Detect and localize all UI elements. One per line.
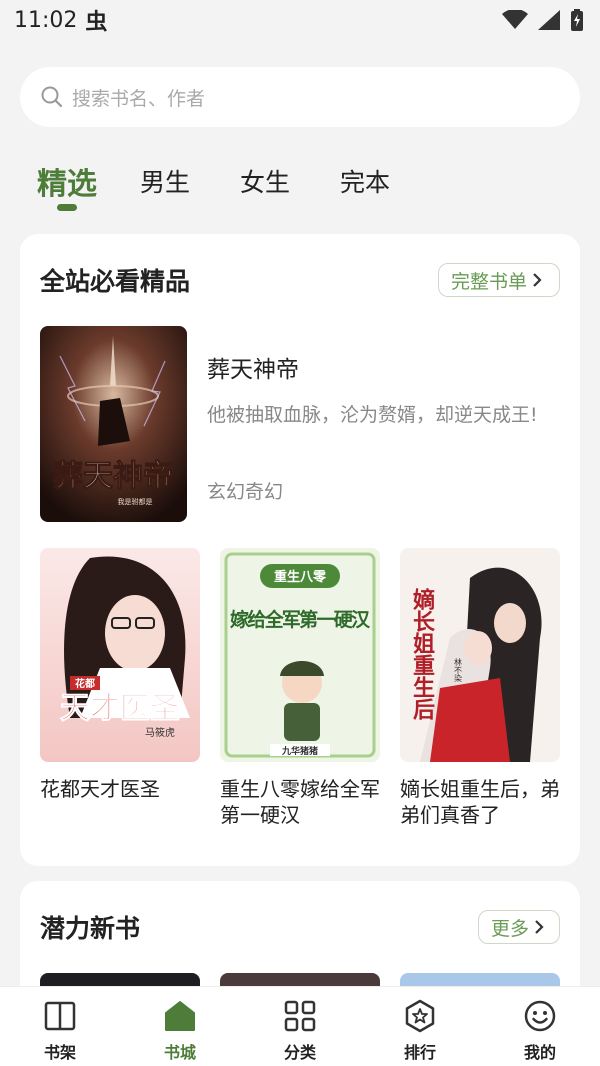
category-tabs: 精选 男生 女生 完本 xyxy=(0,155,600,215)
bottom-navigation: 书架 书城 分类 排行 我的 xyxy=(0,986,600,1066)
tab-featured[interactable]: 精选 xyxy=(37,159,97,203)
featured-book-genre: 玄幻奇幻 xyxy=(207,481,284,503)
nav-label: 分类 xyxy=(283,1043,316,1062)
bookstore-icon xyxy=(165,1001,195,1031)
nav-mine[interactable]: 我的 xyxy=(480,987,600,1063)
book-item[interactable]: 花都 天才医圣 马筱虎 花都天才医圣 xyxy=(40,548,200,802)
featured-book-description: 他被抽取血脉，沦为赘婿，却逆天成王! xyxy=(207,404,538,426)
nav-label: 书架 xyxy=(43,1043,76,1062)
more-button[interactable]: 更多 xyxy=(478,910,560,944)
book-icon xyxy=(44,1001,76,1031)
nav-label: 书城 xyxy=(163,1043,196,1062)
nav-category[interactable]: 分类 xyxy=(240,987,360,1063)
nav-bookshelf[interactable]: 书架 xyxy=(0,987,120,1063)
wifi-icon xyxy=(502,10,528,29)
search-icon xyxy=(41,86,63,108)
search-bar[interactable]: 搜索书名、作者 xyxy=(20,67,580,127)
chevron-right-icon xyxy=(533,273,542,287)
full-booklist-label: 完整书单 xyxy=(451,270,528,293)
smiley-face-icon xyxy=(524,1000,556,1032)
section-new-potential: 潜力新书 更多 xyxy=(20,881,580,1001)
section-title: 潜力新书 xyxy=(40,914,141,943)
featured-book-cover[interactable]: 葬天神帝 我是驸都是 xyxy=(40,326,187,522)
search-placeholder: 搜索书名、作者 xyxy=(72,87,206,110)
cover-author: 马筱虎 xyxy=(145,726,175,739)
featured-cover-author: 我是驸都是 xyxy=(118,497,153,506)
book-item[interactable]: 重生八零 嫁给全军第一硬汉 九华猪猪 重生八零嫁给全军第一硬汉 xyxy=(220,548,380,828)
ranking-star-icon xyxy=(405,999,435,1033)
more-label: 更多 xyxy=(491,917,530,940)
cover-author: 林不染 xyxy=(454,657,463,683)
signal-icon xyxy=(538,10,560,30)
cover-title: 嫡长姐重生后 xyxy=(409,587,435,721)
book-title: 嫡长姐重生后，弟弟们真香了 xyxy=(400,777,560,827)
book-cover: 重生八零 嫁给全军第一硬汉 九华猪猪 xyxy=(220,548,380,762)
cover-author: 九华猪猪 xyxy=(281,745,318,757)
book-title: 重生八零嫁给全军第一硬汉 xyxy=(220,777,380,827)
nav-bookstore[interactable]: 书城 xyxy=(120,987,240,1063)
book-title: 花都天才医圣 xyxy=(40,777,160,801)
cover-title-top: 重生八零 xyxy=(274,569,327,585)
chevron-right-icon xyxy=(535,920,544,934)
section-title: 全站必看精品 xyxy=(40,267,191,296)
book-item[interactable]: 嫡长姐重生后 林不染 嫡长姐重生后，弟弟们真香了 xyxy=(400,548,560,828)
tab-female[interactable]: 女生 xyxy=(240,163,290,199)
tab-completed[interactable]: 完本 xyxy=(340,163,390,199)
book-cover: 花都 天才医圣 马筱虎 xyxy=(40,548,200,762)
battery-icon xyxy=(571,9,583,31)
status-time: 11:02 xyxy=(14,7,78,33)
category-grid-icon xyxy=(284,1000,316,1032)
nav-ranking[interactable]: 排行 xyxy=(360,987,480,1063)
status-bar: 11:02 虫 xyxy=(0,0,600,40)
featured-cover-title: 葬天神帝 xyxy=(53,459,173,494)
full-booklist-button[interactable]: 完整书单 xyxy=(438,263,560,297)
cover-title: 嫁给全军第一硬汉 xyxy=(230,608,371,631)
book-cover: 嫡长姐重生后 林不染 xyxy=(400,548,560,762)
section-must-read: 全站必看精品 完整书单 葬天神帝 我是驸都是 葬天神帝 他被抽取血脉，沦为赘婿，… xyxy=(20,234,580,866)
nav-label: 我的 xyxy=(523,1043,556,1062)
cover-tag: 花都 xyxy=(75,677,95,690)
nav-label: 排行 xyxy=(403,1043,436,1062)
cover-title: 天才医圣 xyxy=(60,691,181,726)
featured-book-title[interactable]: 葬天神帝 xyxy=(207,350,299,384)
notification-icon: 虫 xyxy=(85,10,108,35)
tab-male[interactable]: 男生 xyxy=(140,163,190,199)
active-tab-indicator xyxy=(57,204,77,211)
